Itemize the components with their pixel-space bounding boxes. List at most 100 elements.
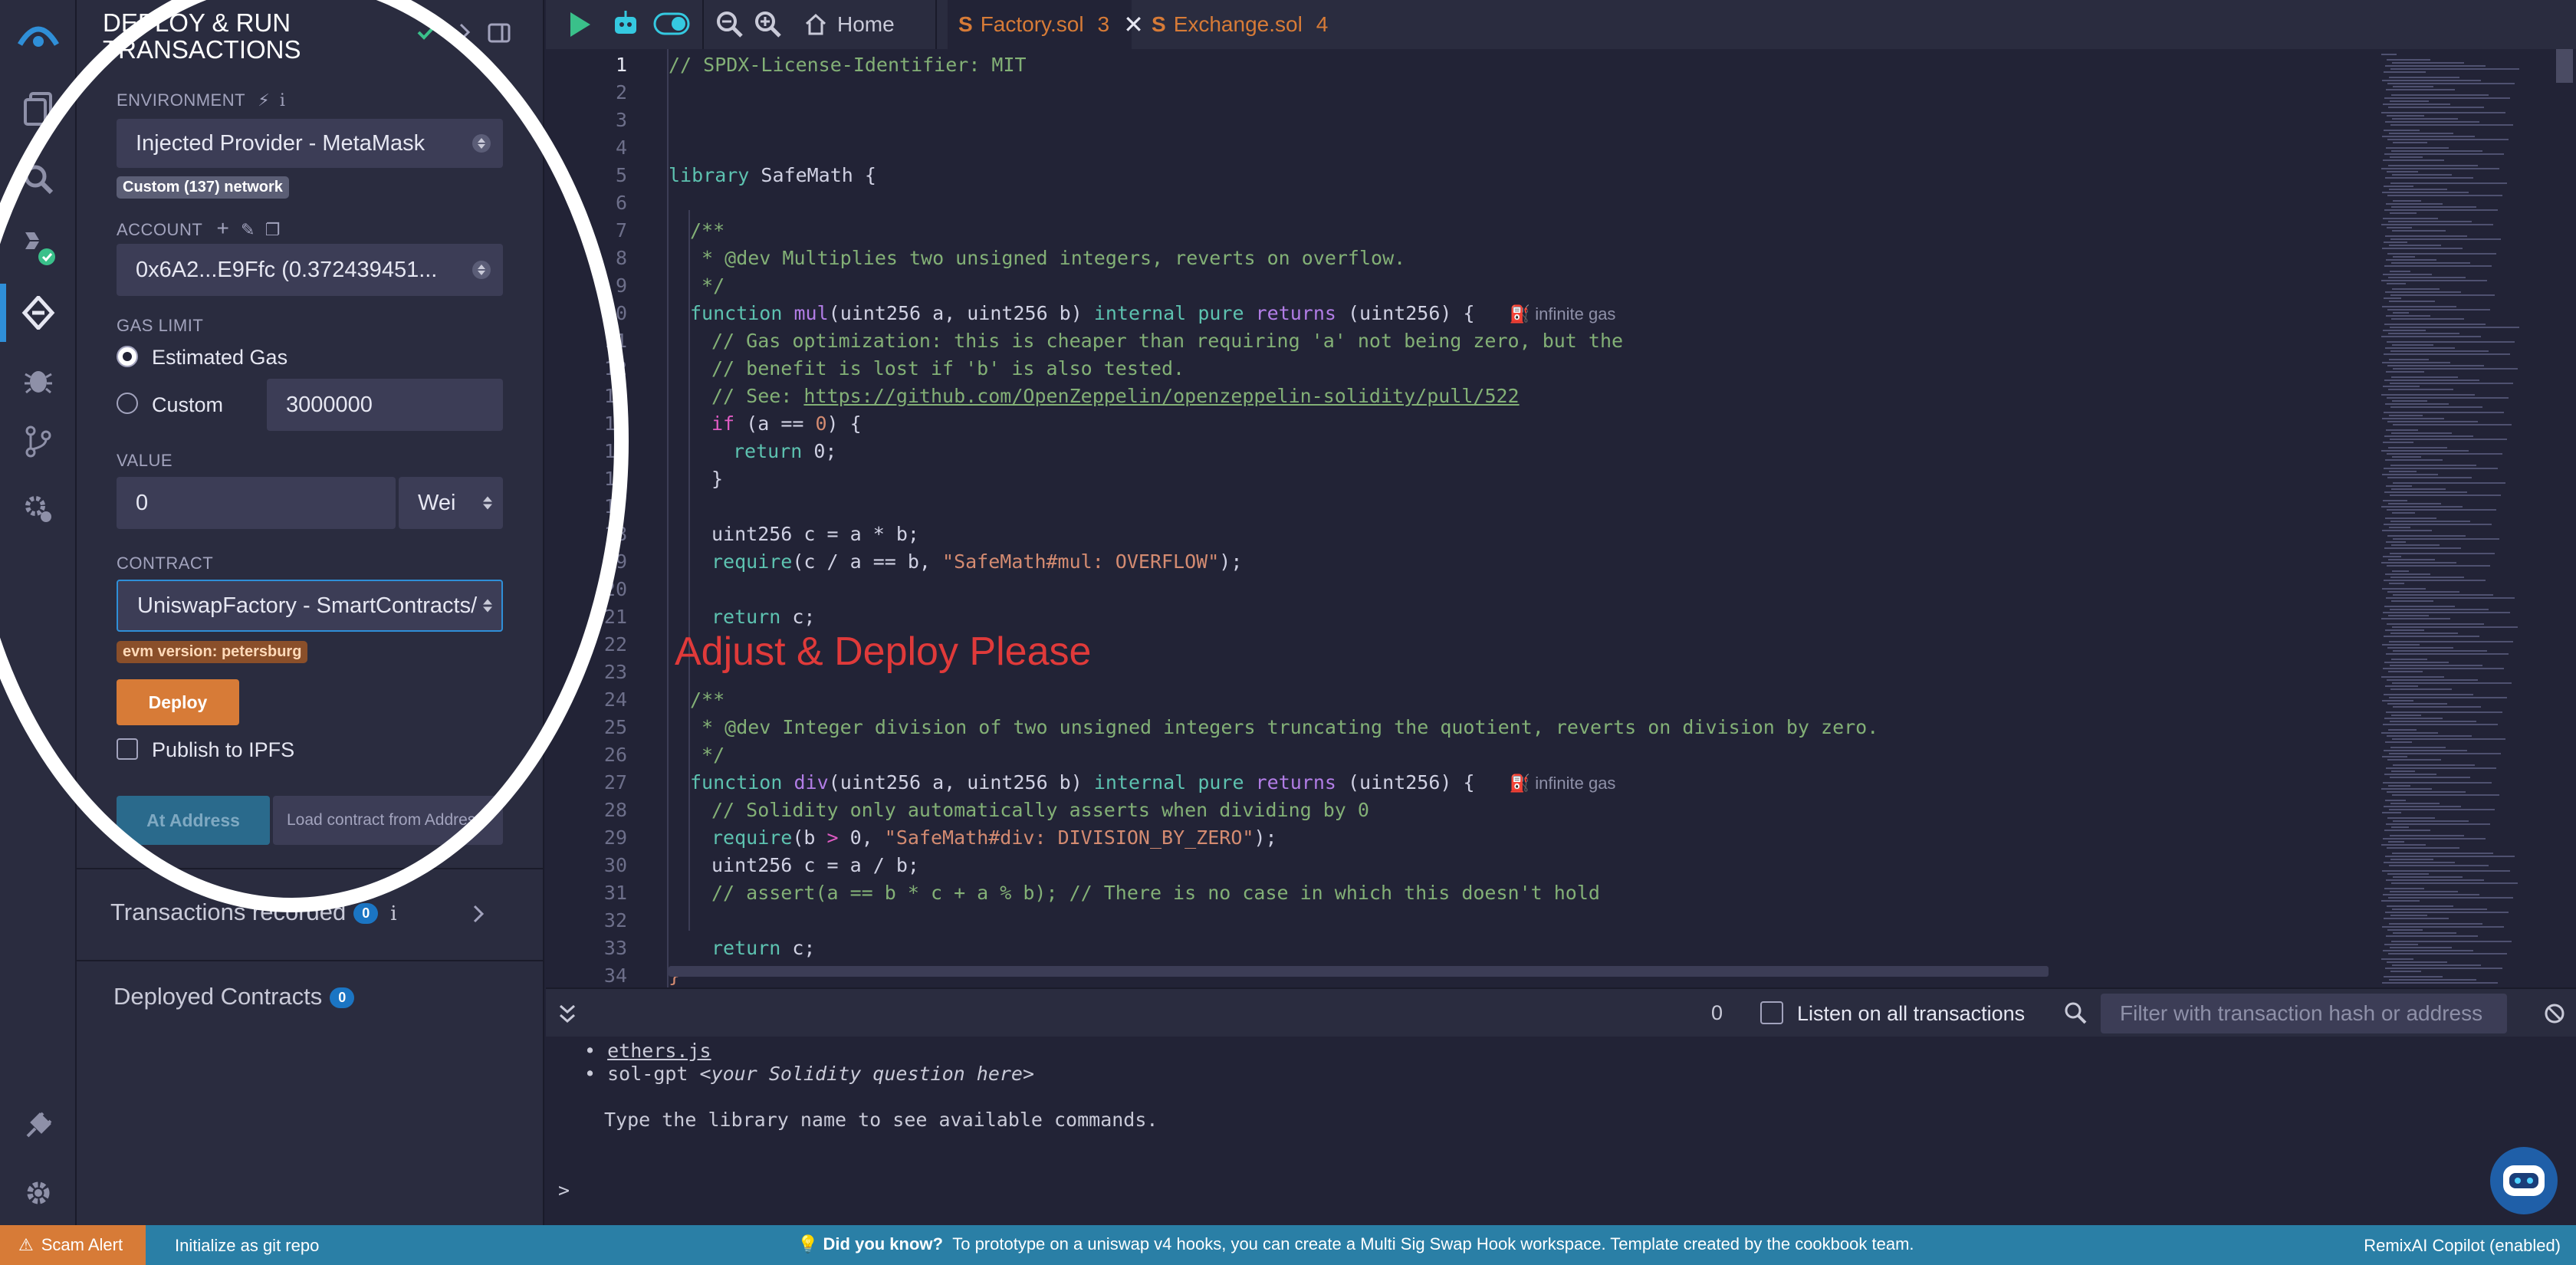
- remix-ai-assistant-icon[interactable]: [2490, 1147, 2558, 1214]
- contract-select[interactable]: UniswapFactory - SmartContracts/: [117, 580, 503, 632]
- git-icon[interactable]: [15, 419, 61, 465]
- transactions-recorded[interactable]: Transactions recorded 0 i: [110, 899, 397, 926]
- value-label: VALUE: [117, 451, 173, 470]
- debugger-icon[interactable]: [15, 357, 61, 403]
- search-icon[interactable]: [15, 156, 61, 202]
- line-number: 29: [603, 826, 627, 849]
- custom-gas-radio[interactable]: [117, 393, 138, 414]
- annotation-text: Adjust & Deploy Please: [675, 629, 1092, 674]
- did-you-know-tip[interactable]: 💡 Did you know? To prototype on a uniswa…: [797, 1234, 1914, 1254]
- line-number: 14: [603, 412, 627, 435]
- code-line-1: // SPDX-License-Identifier: MIT: [669, 54, 1027, 76]
- terminal-output[interactable]: • ethers.js • sol-gpt <your Solidity que…: [546, 1037, 2576, 1225]
- lightbulb-icon: 💡: [797, 1234, 819, 1254]
- terminal-line: • ethers.js: [584, 1040, 711, 1062]
- remixai-copilot-status[interactable]: RemixAI Copilot (enabled): [2364, 1236, 2561, 1256]
- chevron-right-icon[interactable]: [472, 905, 485, 927]
- code-line-15: return 0;: [733, 440, 837, 462]
- toggle-panel-icon[interactable]: [488, 23, 511, 47]
- edit-icon[interactable]: ✎: [241, 220, 255, 239]
- file-explorer-icon[interactable]: [15, 86, 61, 132]
- divider: [77, 960, 543, 961]
- chevron-right-icon[interactable]: [458, 23, 471, 45]
- gas-hint: ⛽ infinite gas: [1509, 304, 1616, 324]
- info-icon[interactable]: i: [280, 91, 286, 110]
- code-line-10: function mul(uint256 a, uint256 b) inter…: [690, 302, 1616, 324]
- line-number: 25: [603, 716, 627, 738]
- code-line-27: function div(uint256 a, uint256 b) inter…: [690, 771, 1616, 794]
- terminal-prompt[interactable]: >: [558, 1179, 570, 1201]
- code-link[interactable]: https://github.com/OpenZeppelin/openzepp…: [803, 385, 1519, 407]
- autocompile-toggle-icon[interactable]: [653, 12, 690, 39]
- load-contract-input[interactable]: Load contract from Address: [273, 796, 503, 845]
- init-git-button[interactable]: Initialize as git repo: [175, 1236, 319, 1256]
- code-line-29: require(b > 0, "SafeMath#div: DIVISION_B…: [711, 826, 1277, 849]
- estimated-gas-label: Estimated Gas: [152, 346, 288, 369]
- icon-sidebar: [0, 0, 77, 1225]
- tab-exchange-sol[interactable]: S Exchange.sol 4: [1152, 0, 1328, 49]
- line-number: 32: [603, 909, 627, 932]
- copy-icon[interactable]: ❐: [265, 220, 281, 239]
- plugin-settings-icon[interactable]: [15, 486, 61, 532]
- value-input[interactable]: 0: [117, 477, 396, 529]
- run-play-icon[interactable]: [567, 11, 592, 42]
- line-number: 6: [615, 192, 627, 214]
- code-line-19: require(c / a == b, "SafeMath#mul: OVERF…: [711, 550, 1243, 573]
- publish-ipfs-label: Publish to IPFS: [152, 738, 295, 761]
- line-number: 23: [603, 661, 627, 683]
- line-number: 17: [603, 495, 627, 518]
- zoom-out-icon[interactable]: [716, 11, 744, 42]
- account-label: ACCOUNT + ✎ ❐: [117, 216, 281, 240]
- tx-filter-input[interactable]: Filter with transaction hash or address: [2101, 994, 2507, 1033]
- at-address-button[interactable]: At Address: [117, 796, 270, 845]
- account-select[interactable]: 0x6A2...E9Ffc (0.372439451...: [117, 244, 503, 296]
- estimated-gas-radio[interactable]: [117, 346, 138, 367]
- value-unit-select[interactable]: Wei: [399, 477, 503, 529]
- clear-console-icon[interactable]: [2544, 1003, 2565, 1028]
- deployed-contracts[interactable]: Deployed Contracts 0: [113, 983, 355, 1010]
- scam-alert-button[interactable]: ⚠ Scam Alert: [0, 1225, 146, 1265]
- tab-home[interactable]: Home: [803, 0, 895, 49]
- zoom-in-icon[interactable]: [754, 11, 782, 42]
- line-number: 3: [615, 109, 627, 131]
- info-icon[interactable]: i: [390, 902, 396, 925]
- plug-icon[interactable]: ⚡: [258, 90, 270, 110]
- horizontal-scrollbar[interactable]: [669, 966, 2049, 977]
- code-line-9: */: [690, 274, 725, 297]
- code-minimap[interactable]: [2367, 49, 2576, 987]
- select-arrows-icon: [483, 496, 492, 510]
- pending-tx-count: 0: [1711, 1001, 1723, 1024]
- close-icon[interactable]: ✕: [1123, 10, 1144, 39]
- ethers-link[interactable]: ethers.js: [607, 1040, 711, 1062]
- code-line-24: /**: [690, 688, 725, 711]
- solidity-file-icon: S: [958, 12, 973, 36]
- environment-select[interactable]: Injected Provider - MetaMask: [117, 119, 503, 168]
- solidity-compiler-icon[interactable]: [15, 224, 61, 270]
- code-editor[interactable]: 1 2 3 4 5 6 7 8 9 10 11 12 13 14 15 16 17 18 19 20 21 22 23 24 2…: [546, 49, 2367, 987]
- plugin-manager-icon[interactable]: [15, 1102, 61, 1148]
- line-number: 11: [603, 330, 627, 352]
- divider: [935, 0, 937, 49]
- code-line-33: return c;: [711, 937, 816, 959]
- listen-all-checkbox[interactable]: [1760, 1001, 1783, 1024]
- custom-gas-input[interactable]: 3000000: [267, 379, 503, 431]
- deploy-run-icon[interactable]: [15, 290, 61, 336]
- ai-robot-icon[interactable]: [612, 9, 639, 42]
- search-icon[interactable]: [2064, 1001, 2087, 1028]
- settings-gear-icon[interactable]: [15, 1170, 61, 1216]
- code-line-28: // Solidity only automatically asserts w…: [711, 799, 1369, 821]
- code-line-12: // benefit is lost if 'b' is also tested…: [711, 357, 1185, 380]
- add-account-icon[interactable]: +: [217, 216, 230, 240]
- remix-logo-icon[interactable]: [15, 11, 61, 57]
- collapse-terminal-icon[interactable]: [558, 1003, 577, 1028]
- deploy-run-panel: DEPLOY & RUN TRANSACTIONS ENVIRONMENT ⚡ …: [77, 0, 544, 1225]
- vertical-scrollbar[interactable]: [2556, 49, 2573, 83]
- line-number: 13: [603, 385, 627, 407]
- publish-ipfs-checkbox[interactable]: [117, 738, 138, 760]
- line-number: 19: [603, 550, 627, 573]
- tab-factory-sol[interactable]: S Factory.sol 3 ✕: [948, 0, 1144, 49]
- deploy-button[interactable]: Deploy: [117, 679, 239, 725]
- line-number: 34: [603, 964, 627, 987]
- line-number: 8: [615, 247, 627, 269]
- line-number: 22: [603, 633, 627, 656]
